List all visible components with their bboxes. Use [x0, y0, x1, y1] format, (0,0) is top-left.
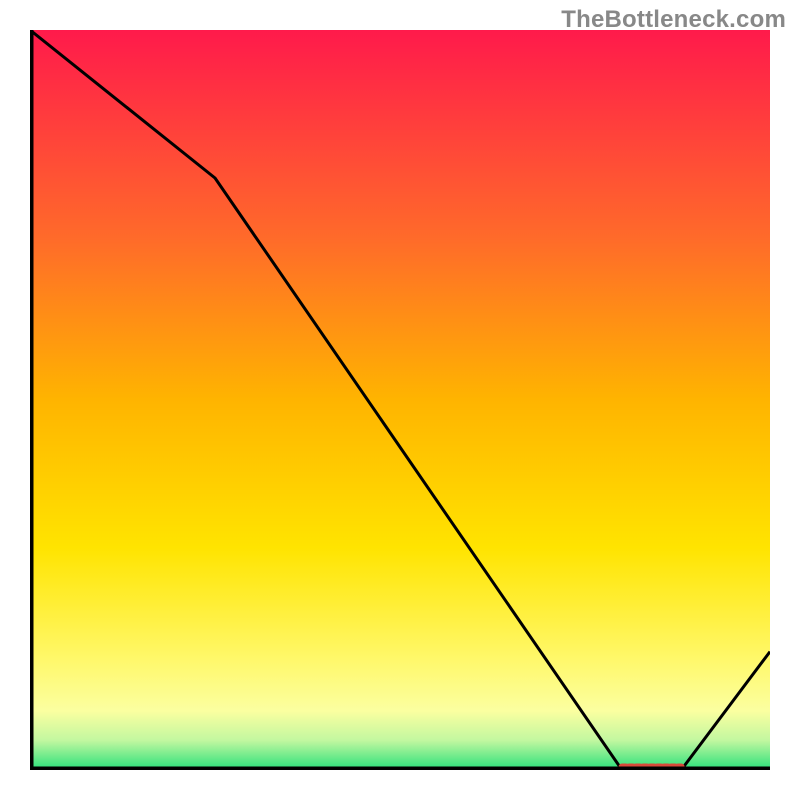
gradient-background	[30, 30, 770, 770]
plot-area	[30, 30, 770, 770]
chart-svg	[30, 30, 770, 770]
chart-container: TheBottleneck.com	[0, 0, 800, 800]
